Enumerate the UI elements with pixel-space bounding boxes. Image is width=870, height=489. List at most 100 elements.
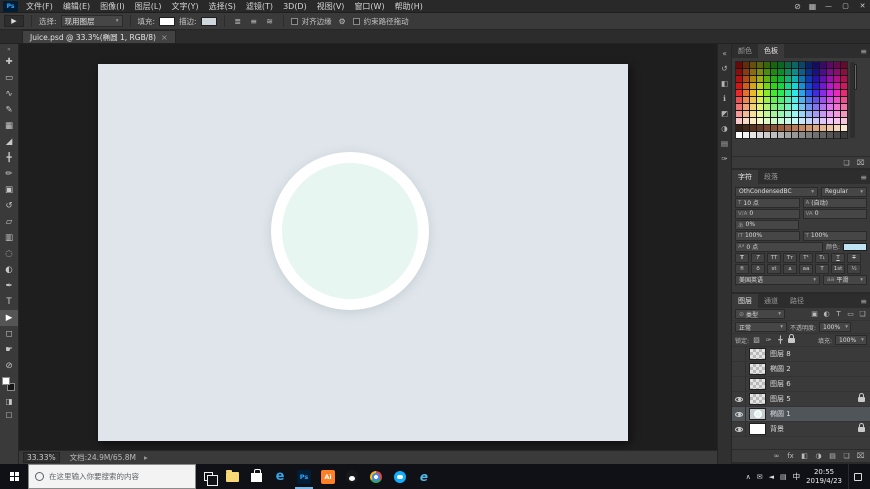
color-swatch[interactable]: [778, 83, 784, 89]
color-swatch[interactable]: [792, 111, 798, 117]
tracking-field[interactable]: VA0: [803, 209, 868, 219]
tsume-field[interactable]: あ0%: [735, 220, 799, 230]
tab-character[interactable]: 字符: [732, 170, 758, 184]
panel-menu-icon[interactable]: ≡: [857, 44, 870, 58]
mail-icon[interactable]: ✉: [757, 473, 763, 481]
shape-tool[interactable]: ◻: [0, 326, 18, 342]
add-layer-mask-icon[interactable]: ◧: [800, 452, 809, 460]
color-swatch[interactable]: [785, 132, 791, 138]
layer-row[interactable]: 图层 5: [732, 392, 870, 407]
swatches-scrollbar[interactable]: [850, 62, 855, 138]
color-swatch[interactable]: [785, 76, 791, 82]
link-layers-icon[interactable]: ∞: [772, 452, 781, 460]
microsoft-store-button[interactable]: [244, 464, 268, 489]
color-swatch[interactable]: [806, 132, 812, 138]
color-swatch[interactable]: [820, 132, 826, 138]
color-swatch[interactable]: [813, 132, 819, 138]
color-swatch[interactable]: [743, 111, 749, 117]
language-indicator[interactable]: 中: [793, 471, 801, 482]
volume-icon[interactable]: ◄: [769, 473, 774, 481]
visibility-toggle[interactable]: [732, 392, 746, 406]
menu-item[interactable]: 帮助(H): [390, 1, 428, 12]
foreground-color-swatch[interactable]: [2, 377, 10, 385]
layer-effects-icon[interactable]: fx: [786, 452, 795, 460]
color-swatch[interactable]: [778, 97, 784, 103]
new-swatch-icon[interactable]: ❏: [842, 159, 851, 167]
collapse-panels-icon[interactable]: «: [718, 46, 731, 61]
color-swatch[interactable]: [771, 90, 777, 96]
align-center-icon[interactable]: ≡: [248, 17, 260, 26]
color-swatch[interactable]: [757, 62, 763, 68]
color-swatch[interactable]: [820, 104, 826, 110]
color-swatch[interactable]: [792, 69, 798, 75]
minimize-button[interactable]: —: [821, 2, 836, 10]
color-swatch[interactable]: [792, 132, 798, 138]
color-swatch[interactable]: [757, 69, 763, 75]
color-swatch[interactable]: [806, 62, 812, 68]
color-swatch[interactable]: [764, 111, 770, 117]
zoom-tool[interactable]: ⊘: [0, 358, 18, 374]
marquee-tool[interactable]: ▭: [0, 70, 18, 86]
start-button[interactable]: [0, 464, 28, 489]
tab-paths[interactable]: 路径: [784, 294, 810, 308]
tab-swatches[interactable]: 色板: [758, 44, 784, 58]
color-swatch[interactable]: [750, 111, 756, 117]
tab-channels[interactable]: 通道: [758, 294, 784, 308]
contextual-alternates-button[interactable]: ð: [751, 264, 765, 274]
new-adjustment-layer-icon[interactable]: ◑: [814, 452, 823, 460]
color-swatch[interactable]: [785, 83, 791, 89]
color-swatch[interactable]: [806, 111, 812, 117]
color-swatch[interactable]: [757, 83, 763, 89]
color-swatch[interactable]: [743, 69, 749, 75]
color-swatch[interactable]: [764, 90, 770, 96]
color-swatch[interactable]: [841, 111, 847, 117]
menu-item[interactable]: 窗口(W): [349, 1, 389, 12]
color-swatch[interactable]: [750, 97, 756, 103]
titling-alternates-button[interactable]: T: [815, 264, 829, 274]
canvas-area[interactable]: [19, 44, 717, 450]
blur-tool[interactable]: ◌: [0, 246, 18, 262]
filter-type-layers-icon[interactable]: T: [834, 310, 843, 318]
scrollbar-thumb[interactable]: [854, 64, 857, 90]
workspace-switcher-icon[interactable]: ▦: [806, 2, 819, 11]
eyedropper-tool[interactable]: ◢: [0, 134, 18, 150]
color-swatch[interactable]: [820, 111, 826, 117]
font-style-select[interactable]: Regular: [821, 187, 867, 197]
color-swatch[interactable]: [841, 76, 847, 82]
color-swatch[interactable]: [743, 125, 749, 131]
font-size-field[interactable]: T10 点: [735, 198, 800, 208]
color-swatch[interactable]: [792, 90, 798, 96]
align-edges-checkbox[interactable]: [291, 18, 298, 25]
new-layer-icon[interactable]: ❏: [842, 452, 851, 460]
delete-layer-icon[interactable]: ⌧: [856, 452, 865, 460]
baseline-shift-field[interactable]: Aª0 点: [735, 242, 823, 252]
search-icon[interactable]: ⊘: [791, 2, 804, 11]
color-swatch[interactable]: [736, 83, 742, 89]
zoom-level-field[interactable]: 33.33%: [23, 452, 60, 463]
all-caps-button[interactable]: TT: [767, 253, 781, 263]
quick-selection-tool[interactable]: ✎: [0, 102, 18, 118]
lock-transparent-pixels-icon[interactable]: ▨: [752, 336, 761, 344]
color-swatch[interactable]: [806, 76, 812, 82]
type-tool[interactable]: T: [0, 294, 18, 310]
kerning-field[interactable]: V∕A0: [735, 209, 800, 219]
color-swatch[interactable]: [841, 97, 847, 103]
menu-item[interactable]: 文字(Y): [166, 1, 203, 12]
discretionary-ligatures-button[interactable]: st: [767, 264, 781, 274]
color-swatch[interactable]: [841, 118, 847, 124]
brush-tool[interactable]: ✏: [0, 166, 18, 182]
color-swatch[interactable]: [736, 62, 742, 68]
color-swatch[interactable]: [743, 97, 749, 103]
color-swatch[interactable]: [806, 118, 812, 124]
swash-button[interactable]: ᴀ: [783, 264, 797, 274]
taskbar-clock[interactable]: 20:55 2019/4/23: [806, 468, 842, 486]
task-view-button[interactable]: [196, 464, 220, 489]
filter-adjustment-layers-icon[interactable]: ◐: [822, 310, 831, 318]
color-swatch[interactable]: [778, 125, 784, 131]
color-swatch[interactable]: [771, 83, 777, 89]
underline-button[interactable]: T: [831, 253, 845, 263]
microsoft-edge-button[interactable]: e: [268, 464, 292, 489]
color-swatch[interactable]: [827, 125, 833, 131]
lock-position-icon[interactable]: ╋: [776, 336, 785, 344]
color-swatch[interactable]: [764, 104, 770, 110]
